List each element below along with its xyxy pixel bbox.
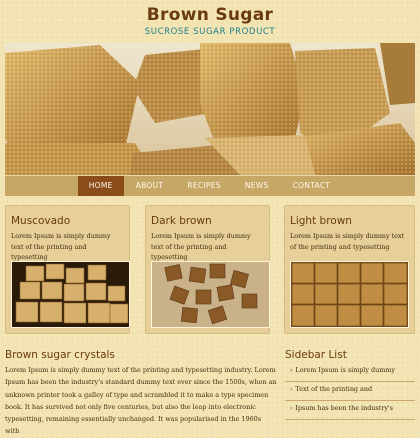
main-text: Lorem Ipsum is simply dummy text of the …	[5, 366, 277, 436]
main-nav: HOME ABOUT RECIPES NEWS CONTACT	[5, 175, 415, 196]
site-title[interactable]: Brown Sugar	[0, 0, 420, 24]
sidebar-list: › Lorem Ipsum is simply dummy › Text of th…	[285, 363, 415, 420]
feature-title[interactable]: Dark brown	[151, 215, 270, 227]
feature-box-muscovado: Muscovado Lorem Ipsum is simply dummy te…	[5, 205, 130, 334]
feature-text: Lorem Ipsum is simply dummy text of the …	[11, 232, 111, 261]
muscovado-image	[11, 261, 130, 328]
sidebar-item[interactable]: › Ipsum has been the industry's	[285, 401, 415, 420]
hero-image	[5, 43, 415, 175]
sidebar-title: Sidebar List	[285, 349, 347, 361]
arrow-right-icon: ›	[290, 386, 293, 393]
nav-about[interactable]: ABOUT	[124, 176, 176, 196]
arrow-right-icon: ›	[290, 405, 293, 412]
feature-title[interactable]: Light brown	[290, 215, 415, 227]
feature-text: Lorem Ipsum is simply dummy text of the …	[290, 232, 405, 251]
feature-box-dark-brown: Dark brown Lorem Ipsum is simply dummy t…	[145, 205, 270, 334]
nav-news[interactable]: NEWS	[233, 176, 281, 196]
sidebar-item[interactable]: › Text of the printing and	[285, 382, 415, 401]
sugar-cubes-graphic	[5, 43, 415, 175]
sidebar-item[interactable]: › Lorem Ipsum is simply dummy	[285, 363, 415, 382]
sidebar-item-label: Lorem Ipsum is simply dummy	[295, 366, 395, 374]
main-title: Brown sugar crystals	[5, 349, 115, 361]
site-header: Brown Sugar SUCROSE SUGAR PRODUCT	[0, 0, 420, 40]
feature-box-light-brown: Light brown Lorem Ipsum is simply dummy …	[284, 205, 415, 334]
arrow-right-icon: ›	[290, 367, 293, 374]
light-brown-image	[290, 261, 409, 328]
sidebar-item-label: Ipsum has been the industry's	[295, 404, 393, 412]
sidebar-item-label: Text of the printing and	[295, 385, 373, 393]
feature-title[interactable]: Muscovado	[11, 215, 130, 227]
nav-home[interactable]: HOME	[77, 176, 124, 196]
dark-brown-image	[151, 261, 270, 328]
nav-contact[interactable]: CONTACT	[281, 176, 343, 196]
nav-recipes[interactable]: RECIPES	[175, 176, 233, 196]
feature-text: Lorem Ipsum is simply dummy text of the …	[151, 232, 251, 261]
site-subtitle: SUCROSE SUGAR PRODUCT	[144, 27, 276, 37]
